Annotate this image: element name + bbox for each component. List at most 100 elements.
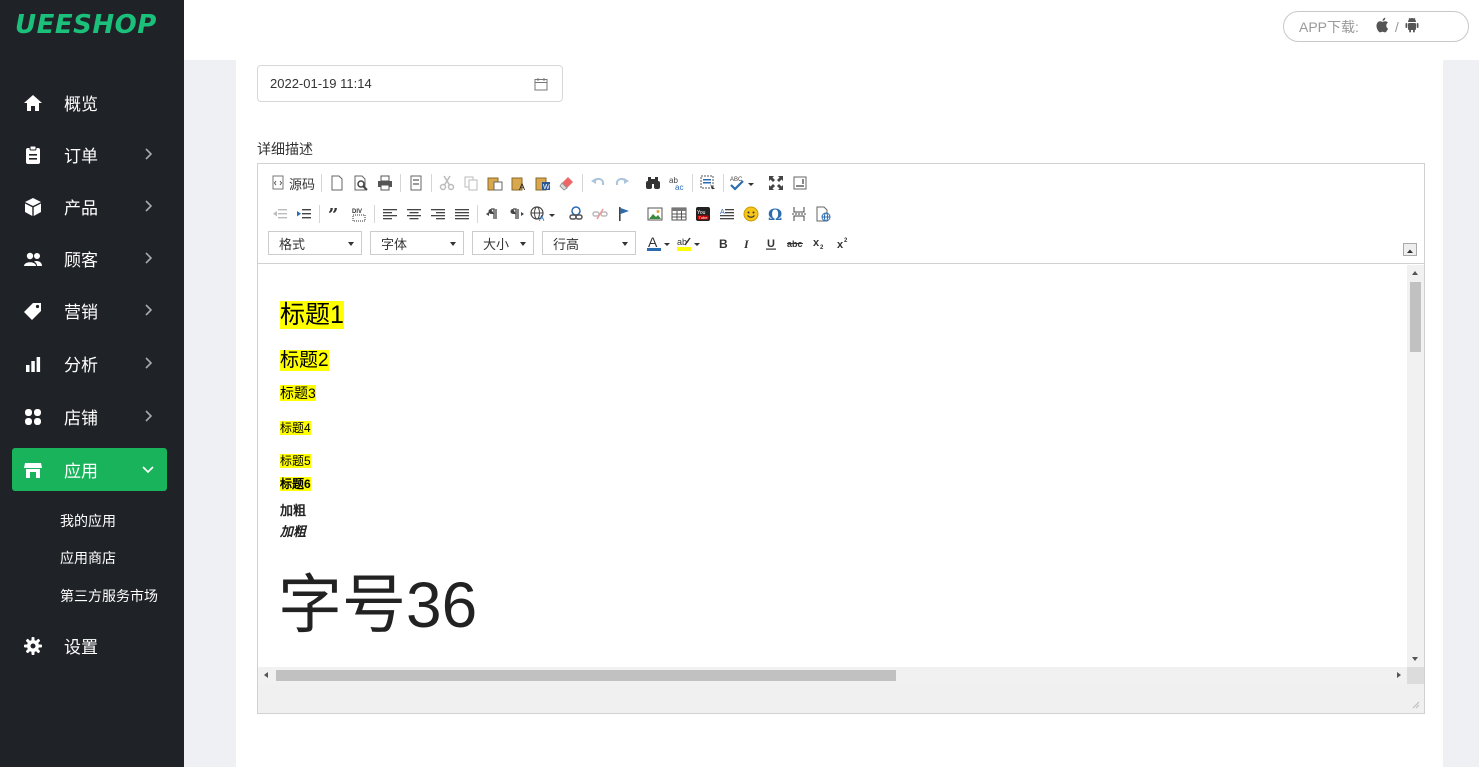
page-break-button[interactable] [787, 203, 811, 225]
format-select[interactable]: 格式 [268, 231, 362, 255]
size-select[interactable]: 大小 [472, 231, 534, 255]
align-center-button[interactable] [402, 203, 426, 225]
font-select[interactable]: 字体 [370, 231, 464, 255]
heading-5-text: 标题5 [280, 454, 311, 468]
copy-button[interactable] [459, 172, 483, 194]
bold-italic-text: 加粗 [280, 524, 307, 539]
scroll-down-arrow-icon[interactable] [1412, 657, 1418, 661]
paste-button[interactable] [483, 172, 507, 194]
scroll-right-arrow-icon[interactable] [1397, 672, 1401, 678]
text-color-button[interactable]: A [644, 232, 674, 254]
link-icon [569, 206, 583, 220]
underline-button[interactable]: U [759, 232, 783, 254]
indent-icon [297, 209, 311, 219]
strikethrough-button[interactable]: abc [783, 232, 807, 254]
remove-format-button[interactable] [555, 172, 579, 194]
sidebar-item-apps[interactable]: 应用 [12, 448, 167, 491]
vertical-scroll-thumb[interactable] [1410, 282, 1421, 352]
maximize-button[interactable] [764, 172, 788, 194]
vertical-scrollbar[interactable] [1407, 265, 1424, 667]
find-button[interactable] [641, 172, 665, 194]
redo-button[interactable] [610, 172, 634, 194]
toolbar-collapse-button[interactable] [1403, 243, 1417, 256]
spellcheck-button[interactable]: ABC [727, 172, 757, 194]
date-input[interactable]: 2022-01-19 11:14 [257, 65, 563, 102]
div-container-button[interactable]: DIV [347, 203, 371, 225]
editor-content[interactable]: 标题1 标题2 标题3 标题4 标题5 标题6 加粗 加粗 字号36 [258, 265, 1407, 667]
source-button[interactable]: 源码 [268, 172, 318, 194]
bg-color-button[interactable]: ab [674, 232, 704, 254]
underline-icon: U [766, 238, 776, 250]
blockquote-button[interactable]: ” [323, 203, 347, 225]
preview-button[interactable] [349, 172, 373, 194]
sidebar-item-store[interactable]: 店铺 [12, 395, 167, 438]
image-button[interactable] [643, 203, 667, 225]
iframe-button[interactable] [811, 203, 835, 225]
scroll-up-arrow-icon[interactable] [1412, 271, 1418, 275]
horizontal-scrollbar[interactable] [258, 667, 1407, 684]
unlink-button[interactable] [588, 203, 612, 225]
align-left-button[interactable] [378, 203, 402, 225]
apple-icon[interactable] [1375, 17, 1389, 36]
align-right-button[interactable] [426, 203, 450, 225]
sidebar-item-analytics[interactable]: 分析 [12, 342, 167, 385]
indent-button[interactable] [292, 203, 316, 225]
highlight-color-icon: ab [677, 237, 700, 251]
line-height-select[interactable]: 行高 [542, 231, 636, 255]
android-icon[interactable] [1405, 17, 1419, 36]
smiley-button[interactable] [739, 203, 763, 225]
sidebar-item-customers[interactable]: 顾客 [12, 237, 167, 280]
resize-grip-icon[interactable] [1410, 699, 1420, 709]
subnav-app-store[interactable]: 应用商店 [60, 548, 116, 568]
ltr-button[interactable] [481, 203, 505, 225]
undo-button[interactable] [586, 172, 610, 194]
brand-logo[interactable]: UEESHOP [15, 10, 157, 40]
templates-button[interactable] [404, 172, 428, 194]
bold-button[interactable]: B [711, 232, 735, 254]
new-page-icon [331, 175, 343, 191]
cut-button[interactable] [435, 172, 459, 194]
superscript-button[interactable]: x2 [831, 232, 855, 254]
paste-word-button[interactable]: W [531, 172, 555, 194]
horizontal-rule-button[interactable]: A [715, 203, 739, 225]
rtl-button[interactable] [505, 203, 529, 225]
toolbar-separator [582, 174, 584, 192]
subnav-third-party-market[interactable]: 第三方服务市场 [60, 586, 158, 606]
large-text: 字号36 [278, 569, 478, 641]
anchor-button[interactable] [612, 203, 636, 225]
paste-word-icon: W [535, 177, 551, 191]
svg-text:A: A [539, 214, 545, 222]
sidebar-item-products[interactable]: 产品 [12, 185, 167, 228]
youtube-button[interactable]: You Tube [691, 203, 715, 225]
heading-4: 标题4 [280, 419, 311, 436]
sidebar-item-marketing[interactable]: 营销 [12, 289, 167, 332]
italic-button[interactable]: I [735, 232, 759, 254]
replace-button[interactable]: ab ac [665, 172, 689, 194]
subnav-my-apps[interactable]: 我的应用 [60, 511, 116, 531]
outdent-button[interactable] [268, 203, 292, 225]
new-page-button[interactable] [325, 172, 349, 194]
link-button[interactable] [564, 203, 588, 225]
justify-button[interactable] [450, 203, 474, 225]
table-button[interactable] [667, 203, 691, 225]
calendar-icon[interactable] [534, 77, 548, 91]
page-break-icon [792, 207, 806, 221]
svg-text:2: 2 [820, 245, 824, 250]
select-all-button[interactable] [696, 172, 720, 194]
svg-text:x: x [837, 239, 844, 250]
horizontal-scroll-thumb[interactable] [276, 670, 896, 681]
eraser-icon [559, 177, 574, 191]
sidebar-item-label: 营销 [64, 303, 98, 322]
svg-text:A: A [648, 234, 658, 250]
paste-text-button[interactable]: A [507, 172, 531, 194]
chevron-right-icon [145, 148, 153, 160]
scroll-left-arrow-icon[interactable] [264, 672, 268, 678]
show-blocks-button[interactable] [788, 172, 812, 194]
print-button[interactable] [373, 172, 397, 194]
subscript-button[interactable]: x2 [807, 232, 831, 254]
special-char-button[interactable]: Ω [763, 203, 787, 225]
sidebar-item-settings[interactable]: 设置 [12, 624, 167, 667]
sidebar-item-overview[interactable]: 概览 [12, 81, 167, 124]
language-button[interactable]: A [529, 203, 557, 225]
sidebar-item-orders[interactable]: 订单 [12, 133, 167, 176]
